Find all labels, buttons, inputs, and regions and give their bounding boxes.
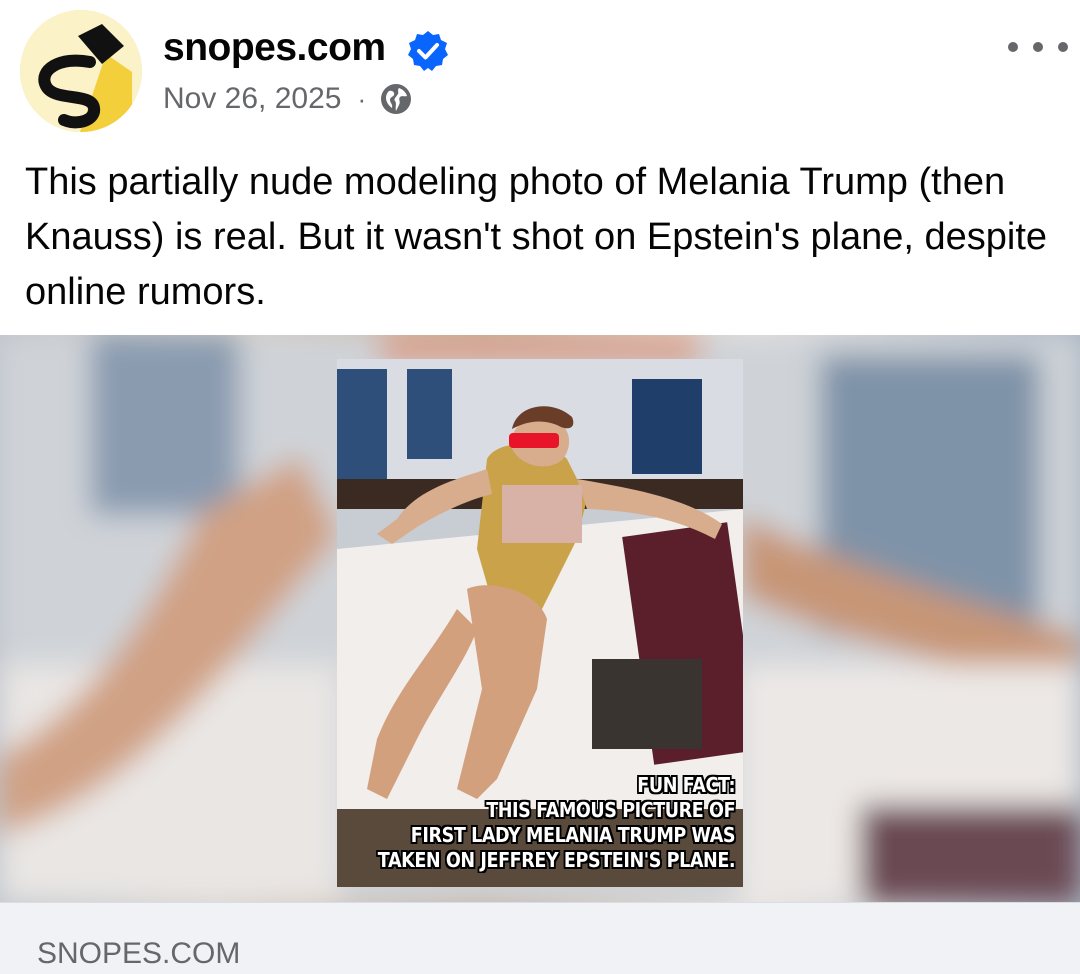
- snopes-logo-icon: [20, 10, 142, 132]
- overlay-line: FIRST LADY MELANIA TRUMP WAS: [410, 823, 736, 847]
- more-dot: [1008, 42, 1018, 52]
- overlay-line: FUN FACT:: [637, 773, 735, 797]
- link-domain: SNOPES.COM: [37, 937, 241, 970]
- more-options-icon[interactable]: [1008, 30, 1068, 64]
- more-dot: [1058, 42, 1068, 52]
- meta-separator: ·: [357, 83, 367, 114]
- meme-overlay-text: FUN FACT: THIS FAMOUS PICTURE OF FIRST L…: [377, 773, 736, 873]
- post-caption: This partially nude modeling photo of Me…: [25, 161, 1048, 313]
- link-preview[interactable]: SNOPES.COM: [0, 902, 1080, 974]
- more-dot: [1033, 42, 1043, 52]
- overlay-line: TAKEN ON JEFFREY EPSTEIN'S PLANE.: [377, 848, 736, 872]
- post-image[interactable]: FUN FACT: THIS FAMOUS PICTURE OF FIRST L…: [0, 335, 1080, 902]
- post-date[interactable]: Nov 26, 2025: [163, 82, 341, 116]
- page-name[interactable]: snopes.com: [163, 26, 386, 70]
- overlay-line: THIS FAMOUS PICTURE OF: [486, 798, 735, 822]
- verified-badge-icon: [408, 31, 448, 71]
- page-avatar[interactable]: [20, 10, 142, 132]
- post-meta: Nov 26, 2025 ·: [163, 82, 412, 116]
- globe-icon: [381, 84, 412, 114]
- center-photo: FUN FACT: THIS FAMOUS PICTURE OF FIRST L…: [337, 359, 743, 887]
